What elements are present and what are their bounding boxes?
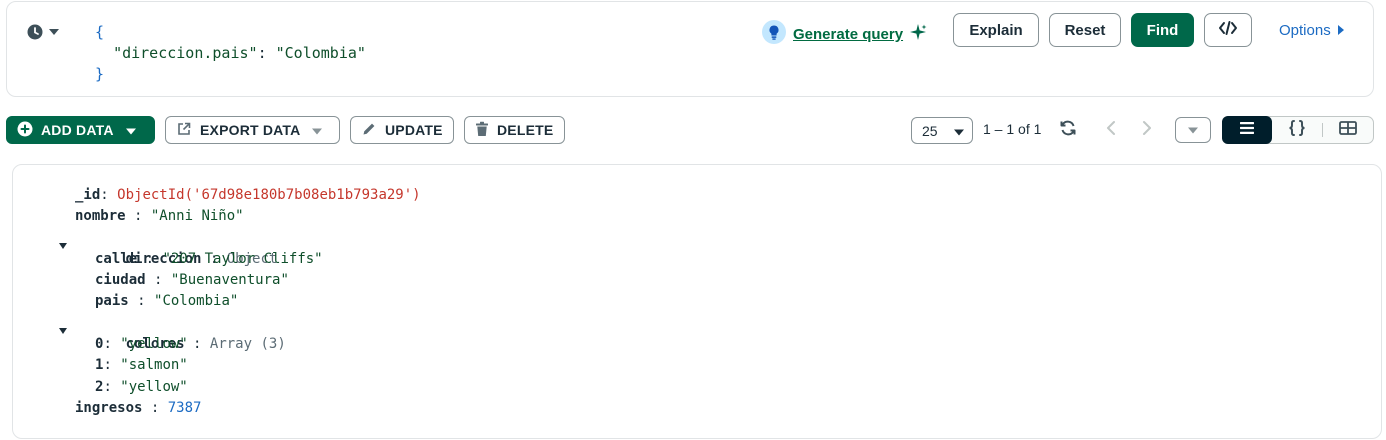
query-colon: :	[257, 44, 276, 62]
field-row: 1: "salmon"	[95, 357, 188, 374]
chevron-down-icon	[954, 123, 964, 139]
code-icon	[1218, 20, 1238, 40]
list-view-icon	[1239, 121, 1255, 140]
field-key: _id	[75, 187, 101, 203]
page-size-value: 25	[922, 122, 938, 139]
table-view-icon	[1339, 120, 1357, 140]
field-key: calle	[95, 250, 138, 267]
field-row: ciudad : "Buenaventura"	[95, 272, 289, 289]
field-key: pais	[95, 293, 129, 310]
explain-button[interactable]: Explain	[953, 13, 1039, 47]
pencil-icon	[361, 121, 377, 140]
generate-query-link[interactable]: Generate query	[793, 26, 903, 43]
page-size-select[interactable]: 25	[911, 117, 973, 144]
field-row: 2: "yellow"	[95, 378, 188, 395]
refresh-icon	[1059, 119, 1077, 142]
chevron-down-icon	[49, 28, 59, 36]
add-data-button[interactable]: ADD DATA	[6, 116, 155, 144]
field-value: ObjectId('67d98e180b7b08eb1b793a29')	[117, 187, 421, 203]
delete-button[interactable]: DELETE	[464, 116, 565, 144]
document-card: _id: ObjectId('67d98e180b7b08eb1b793a29'…	[12, 164, 1382, 439]
field-value: 7387	[167, 399, 202, 416]
chevron-down-icon	[1188, 121, 1198, 139]
field-value: "yellow"	[120, 336, 188, 353]
field-row: colores : Array (3)	[59, 313, 421, 352]
update-label: UPDATE	[385, 122, 443, 138]
lightbulb-icon	[761, 19, 787, 50]
field-key: ingresos	[75, 399, 143, 416]
field-key: ciudad	[95, 272, 146, 289]
json-view-button[interactable]	[1272, 117, 1322, 143]
json-view-icon	[1287, 119, 1307, 142]
query-value: "Colombia"	[275, 44, 366, 62]
field-row: pais : "Colombia"	[95, 293, 239, 310]
trash-icon	[475, 121, 489, 140]
table-view-button[interactable]	[1323, 117, 1373, 143]
query-history-button[interactable]	[27, 22, 71, 42]
chevron-down-icon	[312, 122, 323, 138]
export-data-label: EXPORT DATA	[200, 122, 301, 138]
field-value: "Anni Niño"	[150, 208, 244, 225]
options-toggle[interactable]: Options	[1279, 22, 1345, 39]
chevron-left-icon	[1106, 120, 1116, 141]
export-icon	[176, 121, 192, 140]
update-button[interactable]: UPDATE	[350, 116, 454, 144]
caret-right-icon	[1337, 22, 1345, 39]
query-editor[interactable]: { "direccion.pais": "Colombia" }	[95, 22, 366, 85]
query-bar: { "direccion.pais": "Colombia" } Generat…	[6, 1, 1374, 97]
field-value: "yellow"	[120, 378, 188, 395]
chevron-right-icon	[1142, 120, 1152, 141]
chevron-down-icon	[125, 122, 136, 138]
field-row: _id: ObjectId('67d98e180b7b08eb1b793a29'…	[75, 187, 421, 203]
find-button[interactable]: Find	[1131, 13, 1194, 47]
view-toggle	[1222, 116, 1374, 144]
field-value: "Buenaventura"	[170, 272, 289, 289]
add-data-label: ADD DATA	[41, 122, 114, 138]
field-value: "salmon"	[120, 357, 188, 374]
field-value: "Colombia"	[154, 293, 239, 310]
delete-label: DELETE	[497, 122, 554, 138]
query-key: "direccion.pais"	[113, 44, 258, 62]
field-row: nombre : "Anni Niño"	[75, 208, 244, 225]
field-key: nombre	[75, 208, 126, 225]
export-data-button[interactable]: EXPORT DATA	[165, 116, 340, 144]
query-open-brace: {	[95, 23, 105, 41]
refresh-button[interactable]	[1055, 117, 1081, 143]
more-options-dropdown[interactable]	[1175, 117, 1211, 143]
options-label: Options	[1279, 22, 1331, 39]
field-row: ingresos : 7387	[75, 399, 202, 416]
field-row: direccion : Object	[59, 228, 421, 267]
query-close-brace: }	[95, 65, 105, 83]
field-row: calle : "207 Taylor Cliffs"	[95, 250, 323, 267]
previous-page-button[interactable]	[1098, 117, 1124, 143]
code-export-button[interactable]	[1204, 13, 1252, 47]
field-value: "207 Taylor Cliffs"	[162, 250, 323, 267]
pagination-info: 1 – 1 of 1	[983, 121, 1042, 137]
plus-circle-icon	[17, 121, 33, 140]
clock-icon	[27, 24, 43, 40]
list-view-button[interactable]	[1222, 116, 1272, 144]
field-row: 0: "yellow"	[95, 336, 188, 353]
collapse-caret-icon[interactable]	[59, 320, 67, 341]
next-page-button[interactable]	[1134, 117, 1160, 143]
document-fields: _id: ObjectId('67d98e180b7b08eb1b793a29'…	[59, 185, 421, 419]
collapse-caret-icon[interactable]	[59, 235, 67, 256]
reset-button[interactable]: Reset	[1049, 13, 1121, 47]
generate-query: Generate query	[761, 19, 927, 50]
sparkle-icon	[909, 23, 927, 46]
